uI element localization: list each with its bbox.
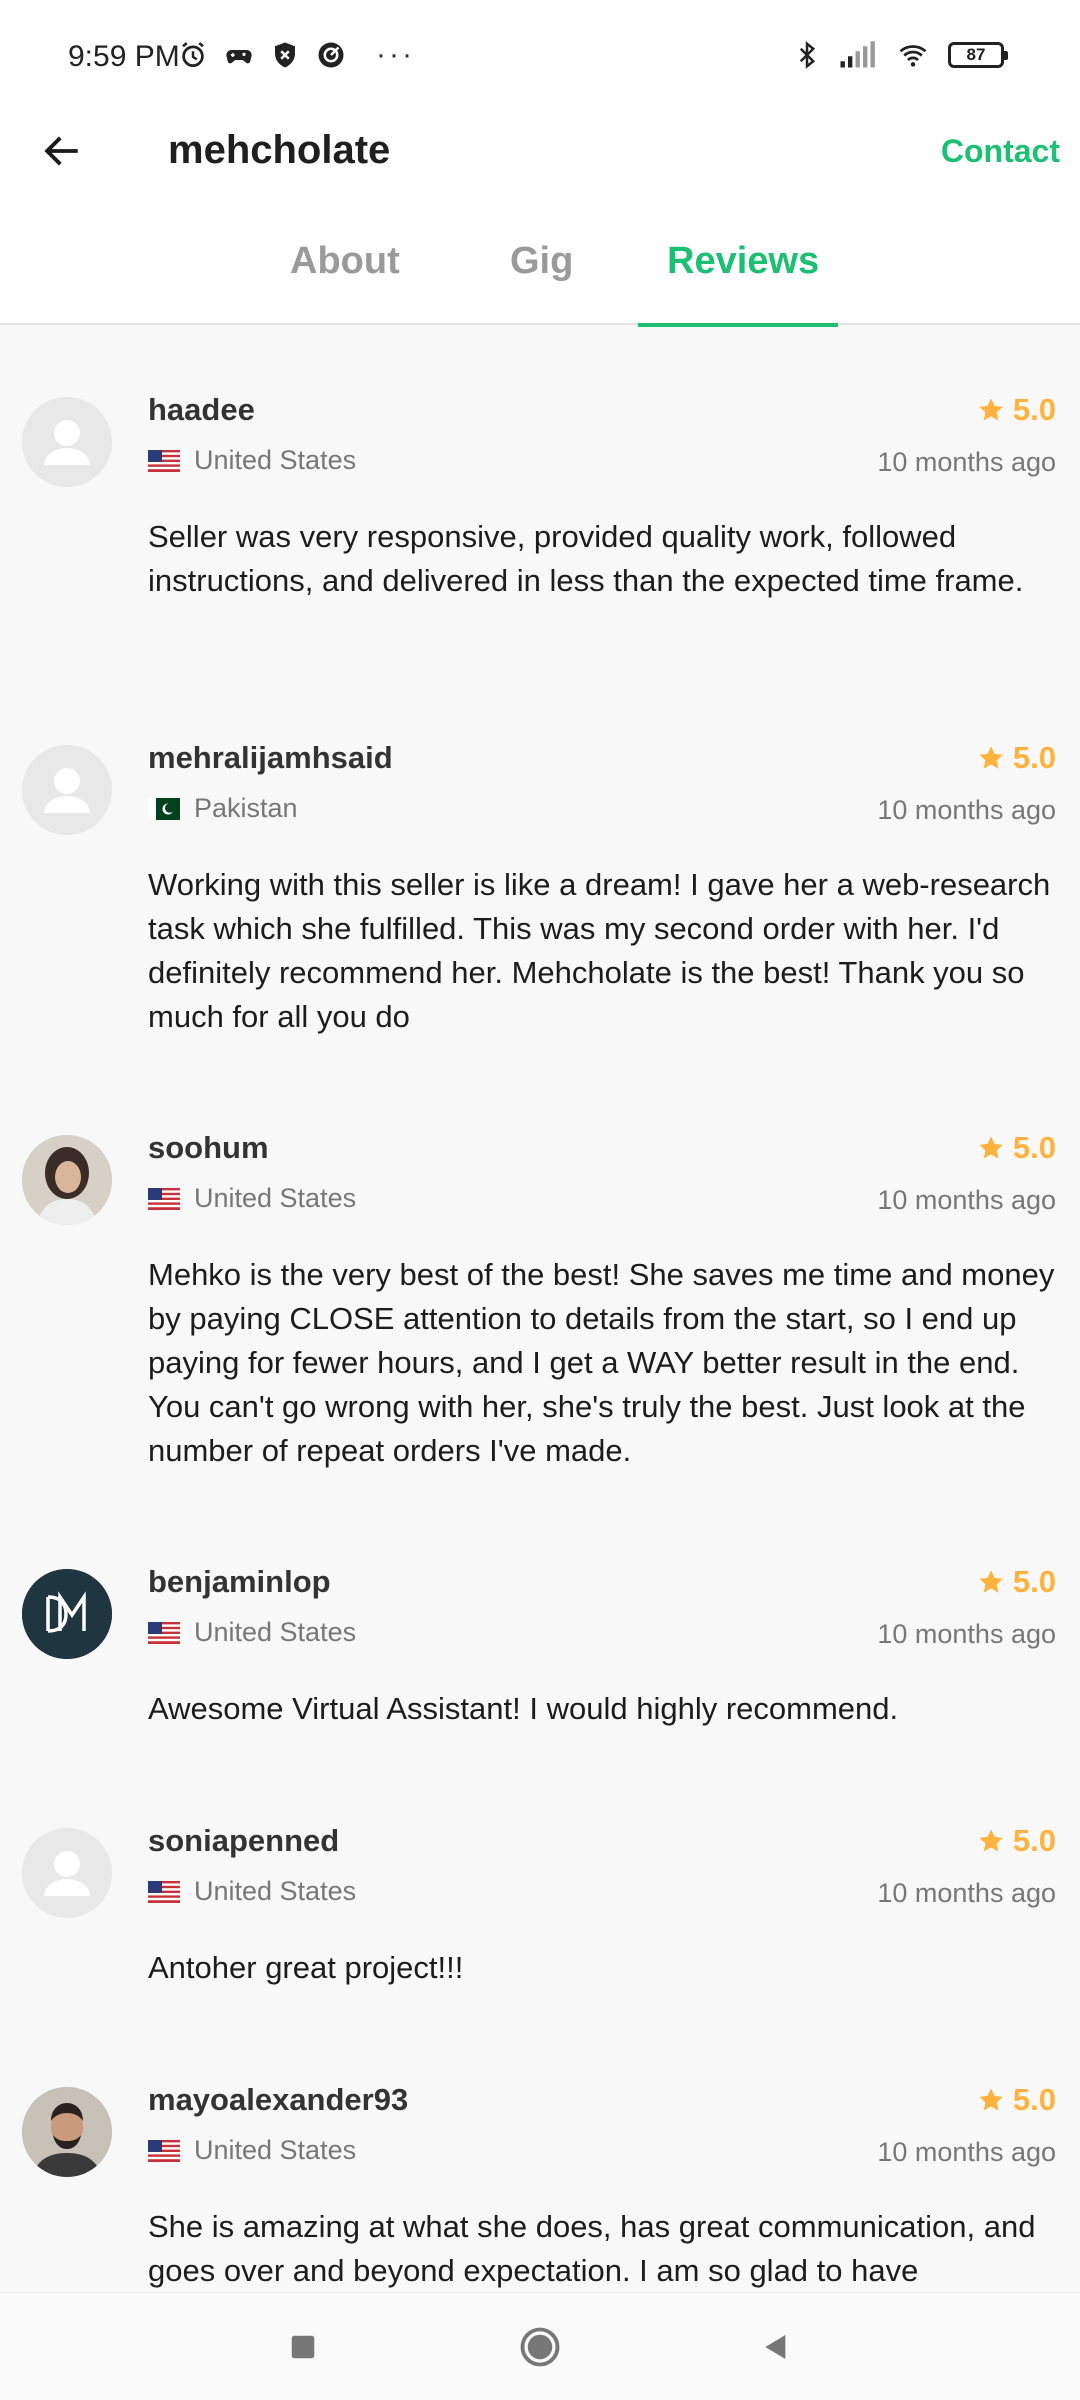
back-button[interactable]	[36, 125, 88, 177]
arrow-left-icon	[44, 136, 78, 166]
review-rating: 5.0	[977, 1823, 1056, 1859]
us-flag-icon	[148, 1187, 180, 1210]
avatar[interactable]	[22, 1828, 112, 1918]
review-rating: 5.0	[977, 392, 1056, 428]
bluetooth-icon	[799, 41, 816, 69]
status-right-icons: 87	[792, 40, 1008, 70]
review-username[interactable]: haadee	[148, 392, 255, 428]
tab-about[interactable]: About	[290, 230, 400, 325]
wifi-icon	[899, 45, 927, 67]
review-time: 10 months ago	[877, 795, 1056, 825]
review-time: 10 months ago	[877, 1185, 1056, 1215]
review-time: 10 months ago	[877, 2137, 1056, 2167]
rating-value: 5.0	[1012, 1564, 1056, 1599]
us-flag-icon	[148, 1621, 180, 1644]
review-text: Awesome Virtual Assistant! I would highl…	[148, 1691, 899, 1726]
star-icon	[979, 1829, 1003, 1852]
avatar[interactable]	[22, 397, 112, 487]
star-icon	[979, 746, 1003, 769]
country-name: United States	[194, 1617, 357, 1647]
tab-bar: About Gig Reviews	[0, 230, 1080, 327]
status-left-icons: ···	[178, 40, 415, 70]
country-name: Pakistan	[194, 793, 298, 823]
review-country: United States	[148, 1617, 356, 1648]
review-text: She is amazing at what she does, has gre…	[148, 2209, 1036, 2288]
shield-icon	[275, 42, 295, 68]
back-nav-button[interactable]	[752, 2323, 800, 2371]
review-country: United States	[148, 445, 356, 476]
review-username[interactable]: soniapenned	[148, 1823, 339, 1859]
review-country: United States	[148, 1183, 356, 1214]
battery-icon: 87	[948, 42, 1008, 68]
star-icon	[979, 398, 1003, 421]
rating-value: 5.0	[1012, 1823, 1056, 1858]
review-text: Seller was very responsive, provided qua…	[148, 519, 1024, 598]
home-button[interactable]	[516, 2323, 564, 2371]
default-avatar-icon	[22, 397, 112, 487]
review-country: United States	[148, 2135, 356, 2166]
review-time: 10 months ago	[877, 447, 1056, 477]
reviews-list[interactable]: haadee 5.0 United States 10 months ago S…	[0, 327, 1080, 2292]
review-text: Working with this seller is like a dream…	[148, 867, 1051, 1034]
tab-reviews-label: Reviews	[667, 240, 820, 282]
review-text: Mehko is the very best of the best! She …	[148, 1257, 1055, 1468]
review-text: Antoher great project!!!	[148, 1950, 464, 1985]
avatar[interactable]	[22, 2087, 112, 2177]
country-name: United States	[194, 1183, 357, 1213]
review-country: Pakistan	[148, 793, 298, 824]
header: mehcholate Contact About Gig Reviews	[0, 110, 1080, 327]
avatar[interactable]	[22, 1569, 112, 1659]
user-photo-avatar-icon	[22, 1135, 112, 1225]
home-circle-icon	[520, 2327, 560, 2367]
star-icon	[979, 1136, 1003, 1159]
logo-avatar-icon	[22, 1569, 112, 1659]
review-rating: 5.0	[977, 1564, 1056, 1600]
review-username[interactable]: mayoalexander93	[148, 2082, 408, 2118]
pakistan-flag-icon	[148, 797, 180, 820]
game-controller-icon	[226, 49, 252, 64]
more-notifications-icon: ···	[376, 38, 415, 71]
star-icon	[979, 1570, 1003, 1593]
tab-about-label: About	[290, 240, 400, 282]
avatar[interactable]	[22, 745, 112, 835]
review-time: 10 months ago	[877, 1878, 1056, 1908]
us-flag-icon	[148, 1880, 180, 1903]
alarm-icon	[182, 42, 204, 67]
tab-reviews[interactable]: Reviews	[667, 230, 819, 325]
review-username[interactable]: benjaminlop	[148, 1564, 331, 1600]
page-title: mehcholate	[168, 128, 391, 172]
review-rating: 5.0	[977, 1130, 1056, 1166]
rating-value: 5.0	[1012, 740, 1056, 775]
review-username[interactable]: mehralijamhsaid	[148, 740, 393, 776]
user-photo-avatar-icon	[22, 2087, 112, 2177]
tab-gig-label: Gig	[510, 240, 574, 282]
review-rating: 5.0	[977, 740, 1056, 776]
rating-value: 5.0	[1012, 392, 1056, 427]
star-icon	[979, 2088, 1003, 2111]
us-flag-icon	[148, 2139, 180, 2162]
country-name: United States	[194, 1876, 357, 1906]
recents-square-icon	[291, 2335, 315, 2359]
us-flag-icon	[148, 449, 180, 472]
back-triangle-icon	[765, 2335, 786, 2359]
rating-value: 5.0	[1012, 2082, 1056, 2117]
review-country: United States	[148, 1876, 356, 1907]
status-bar: 9:59 PM ··· 87	[0, 0, 1080, 110]
default-avatar-icon	[22, 1828, 112, 1918]
avatar[interactable]	[22, 1135, 112, 1225]
review-username[interactable]: soohum	[148, 1130, 269, 1166]
system-nav-bar	[0, 2292, 1080, 2400]
recents-button[interactable]	[279, 2323, 327, 2371]
review-time: 10 months ago	[877, 1619, 1056, 1649]
review-rating: 5.0	[977, 2082, 1056, 2118]
country-name: United States	[194, 2135, 357, 2165]
contact-button[interactable]: Contact	[941, 133, 1060, 170]
tab-gig[interactable]: Gig	[510, 230, 573, 325]
rating-value: 5.0	[1012, 1130, 1056, 1165]
country-name: United States	[194, 445, 357, 475]
default-avatar-icon	[22, 745, 112, 835]
status-time: 9:59 PM	[68, 40, 180, 73]
signal-icon	[840, 41, 875, 68]
radar-icon	[318, 42, 344, 68]
